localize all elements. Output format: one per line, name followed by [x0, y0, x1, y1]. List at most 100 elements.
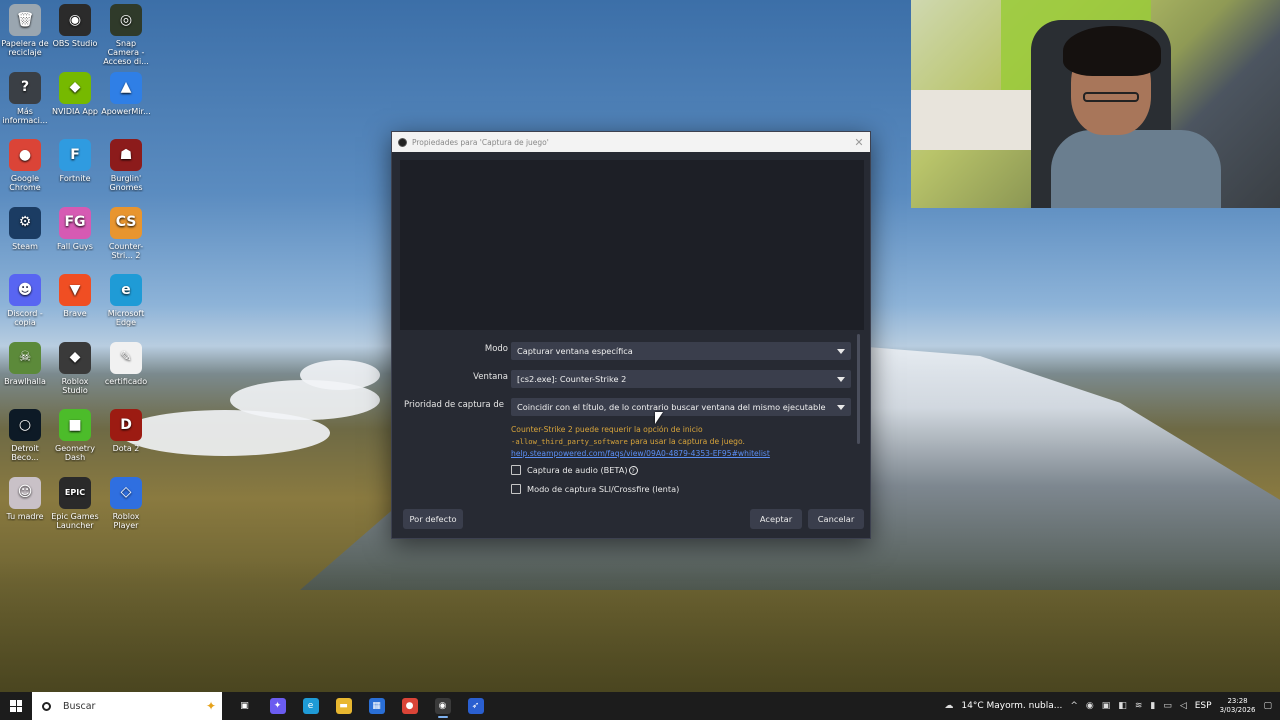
mouse-cursor [655, 412, 663, 424]
help-icon[interactable]: ? [628, 465, 638, 475]
audio-capture-checkbox[interactable]: Captura de audio (BETA) ? [511, 463, 638, 477]
notifications-icon[interactable]: ▢ [1263, 701, 1272, 711]
desktop-icon[interactable]: ○ Detroit Beco... [0, 405, 50, 469]
clock[interactable]: 23:28 3/03/2026 [1220, 697, 1256, 715]
desktop-icon[interactable]: ☻ Discord - copia [0, 270, 50, 334]
desktop-icon[interactable]: ◉ OBS Studio [50, 0, 100, 64]
sparkle-icon: ✦ [205, 699, 216, 713]
cloud [120, 410, 330, 456]
brawlhalla-icon: ☠ [9, 341, 41, 374]
clock-date: 3/03/2026 [1219, 706, 1256, 714]
defaults-button[interactable]: Por defecto [403, 509, 463, 529]
dialog-titlebar[interactable]: Propiedades para 'Captura de juego' ✕ [392, 132, 870, 152]
mic-icon[interactable]: ▮ [1150, 701, 1155, 711]
wifi-icon[interactable]: ≋ [1135, 701, 1143, 711]
desktop-icon-label: Snap Camera - Acceso di... [103, 39, 149, 66]
desktop-icon-label: ApowerMir... [101, 106, 151, 116]
desktop-icon[interactable]: ☺ Tu madre [0, 473, 50, 537]
system-tray: ☁ 14°C Mayorm. nubla... ^ ◉ ▣ ◧ ≋ ▮ ▭ ◁ … [944, 692, 1280, 720]
desktop-icon[interactable]: ☠ Brawlhalla [0, 338, 50, 402]
desktop-icon[interactable]: 🗑 Papelera de reciclaje [0, 0, 50, 64]
desktop-icon[interactable]: ● Google Chrome [0, 135, 50, 199]
edge-icon: e [110, 274, 142, 306]
desktop-icon[interactable]: F Fortnite [50, 135, 100, 199]
priority-dropdown[interactable]: Coincidir con el título, de lo contrario… [511, 398, 851, 416]
taskbar-app[interactable]: e [294, 692, 327, 720]
taskbar-app[interactable]: ▬ [327, 692, 360, 720]
desktop-icon[interactable]: ☗ Burglin' Gnomes [101, 135, 151, 199]
weather-icon: ☁ [944, 701, 954, 711]
taskbar-app[interactable]: ● [393, 692, 426, 720]
desktop-icon-label: Roblox Player [112, 511, 140, 530]
ground [0, 560, 1280, 692]
desktop-icon-label: Tu madre [6, 511, 44, 521]
desktop-icon-label: Discord - copia [7, 309, 43, 327]
desktop-icon-label: Microsoft Edge [107, 309, 145, 327]
desktop-icon[interactable]: ⚙ Steam [0, 203, 50, 267]
obs-taskbar-icon: ◉ [434, 698, 451, 714]
edge-taskbar-icon: e [302, 698, 319, 714]
desktop-icon[interactable]: e Microsoft Edge [101, 270, 151, 334]
counter-strike-icon: CS [110, 206, 142, 239]
ok-button[interactable]: Aceptar [750, 509, 802, 529]
taskbar-search[interactable]: Buscar ✦ [32, 692, 222, 720]
priority-value: Coincidir con el título, de lo contrario… [517, 402, 826, 412]
checkbox-box[interactable] [511, 465, 521, 475]
desktop-icon[interactable]: CS Counter-Stri... 2 [101, 203, 151, 267]
desktop-icon-label: Roblox Studio [61, 376, 89, 395]
chevron-down-icon [837, 405, 845, 410]
task-view-icon: ▣ [236, 698, 253, 714]
desktop-icon[interactable]: ◆ Roblox Studio [50, 338, 100, 402]
window-dropdown[interactable]: [cs2.exe]: Counter-Strike 2 [511, 370, 851, 388]
desktop-icon-label: Dota 2 [112, 444, 140, 453]
chrome-icon: ● [9, 139, 41, 171]
network-icon[interactable]: ▭ [1163, 701, 1172, 711]
mode-dropdown[interactable]: Capturar ventana específica [511, 342, 851, 360]
roblox-studio-icon: ◆ [59, 341, 91, 374]
chrome-taskbar-icon: ● [401, 698, 418, 714]
weather-text[interactable]: 14°C Mayorm. nubla... [961, 701, 1062, 711]
search-placeholder: Buscar [63, 700, 96, 712]
desktop-icon-label: Más informaci... [2, 106, 48, 125]
desktop-icon-label: Epic Games Launcher [51, 511, 99, 530]
desktop-icon-label: Steam [12, 241, 38, 251]
mode-label: Modo [484, 344, 508, 354]
desktop-icon[interactable]: ? Más informaci... [0, 68, 50, 132]
checkbox-box[interactable] [511, 484, 521, 494]
taskbar: Buscar ✦ ▣ ✦ e ▬ ▦ ● ◉ ➶ ☁ 14°C Mayorm. nubla..… [0, 692, 1280, 720]
desktop-icon[interactable]: ◆ NVIDIA App [50, 68, 100, 132]
taskbar-app[interactable]: ▦ [360, 692, 393, 720]
desktop-icon[interactable]: ▲ ApowerMir... [101, 68, 151, 132]
desktop-icon[interactable]: ◇ Roblox Player [101, 473, 151, 537]
desktop-icon[interactable]: ◎ Snap Camera - Acceso di... [101, 0, 151, 66]
start-button[interactable] [0, 692, 32, 720]
camera-icon[interactable]: ◧ [1118, 701, 1127, 711]
info-icon: ? [9, 71, 41, 104]
desktop-icon[interactable]: FG Fall Guys [50, 203, 100, 267]
desktop-icon-label: Fall Guys [57, 241, 93, 251]
language-indicator[interactable]: ESP [1195, 701, 1212, 711]
snap-camera-icon: ◎ [110, 4, 142, 36]
window-row: Ventana [cs2.exe]: Counter-Strike 2 [392, 370, 872, 388]
tray-app-icon[interactable]: ▣ [1102, 701, 1111, 711]
desktop-icon[interactable]: D Dota 2 [101, 405, 151, 469]
taskbar-app[interactable]: ✦ [261, 692, 294, 720]
taskbar-app[interactable]: ◉ [426, 692, 459, 720]
taskbar-app[interactable]: ▣ [228, 692, 261, 720]
close-icon[interactable]: ✕ [848, 136, 870, 149]
desktop-icon[interactable]: ■ Geometry Dash [50, 405, 100, 469]
detroit-icon: ○ [9, 409, 41, 441]
taskbar-app[interactable]: ➶ [459, 692, 492, 720]
chevron-up-icon[interactable]: ^ [1070, 701, 1078, 711]
whitelist-link[interactable]: help.steampowered.com/faqs/view/09A0-487… [511, 448, 841, 460]
desktop-icon[interactable]: ✎ certificado [101, 338, 151, 402]
tray-app-icon[interactable]: ◉ [1086, 701, 1094, 711]
desktop-icon[interactable]: EPIC Epic Games Launcher [50, 473, 100, 537]
sli-capture-checkbox[interactable]: Modo de captura SLI/Crossfire (lenta) [511, 482, 679, 496]
volume-icon[interactable]: ◁ [1180, 701, 1187, 711]
desktop-icon[interactable]: ▼ Brave [50, 270, 100, 334]
desktop-icon-label: Brawlhalla [4, 376, 46, 386]
desktop-icon-label: Geometry Dash [55, 444, 95, 462]
warning-text-2: para usar la captura de juego. [627, 437, 745, 446]
cancel-button[interactable]: Cancelar [808, 509, 864, 529]
